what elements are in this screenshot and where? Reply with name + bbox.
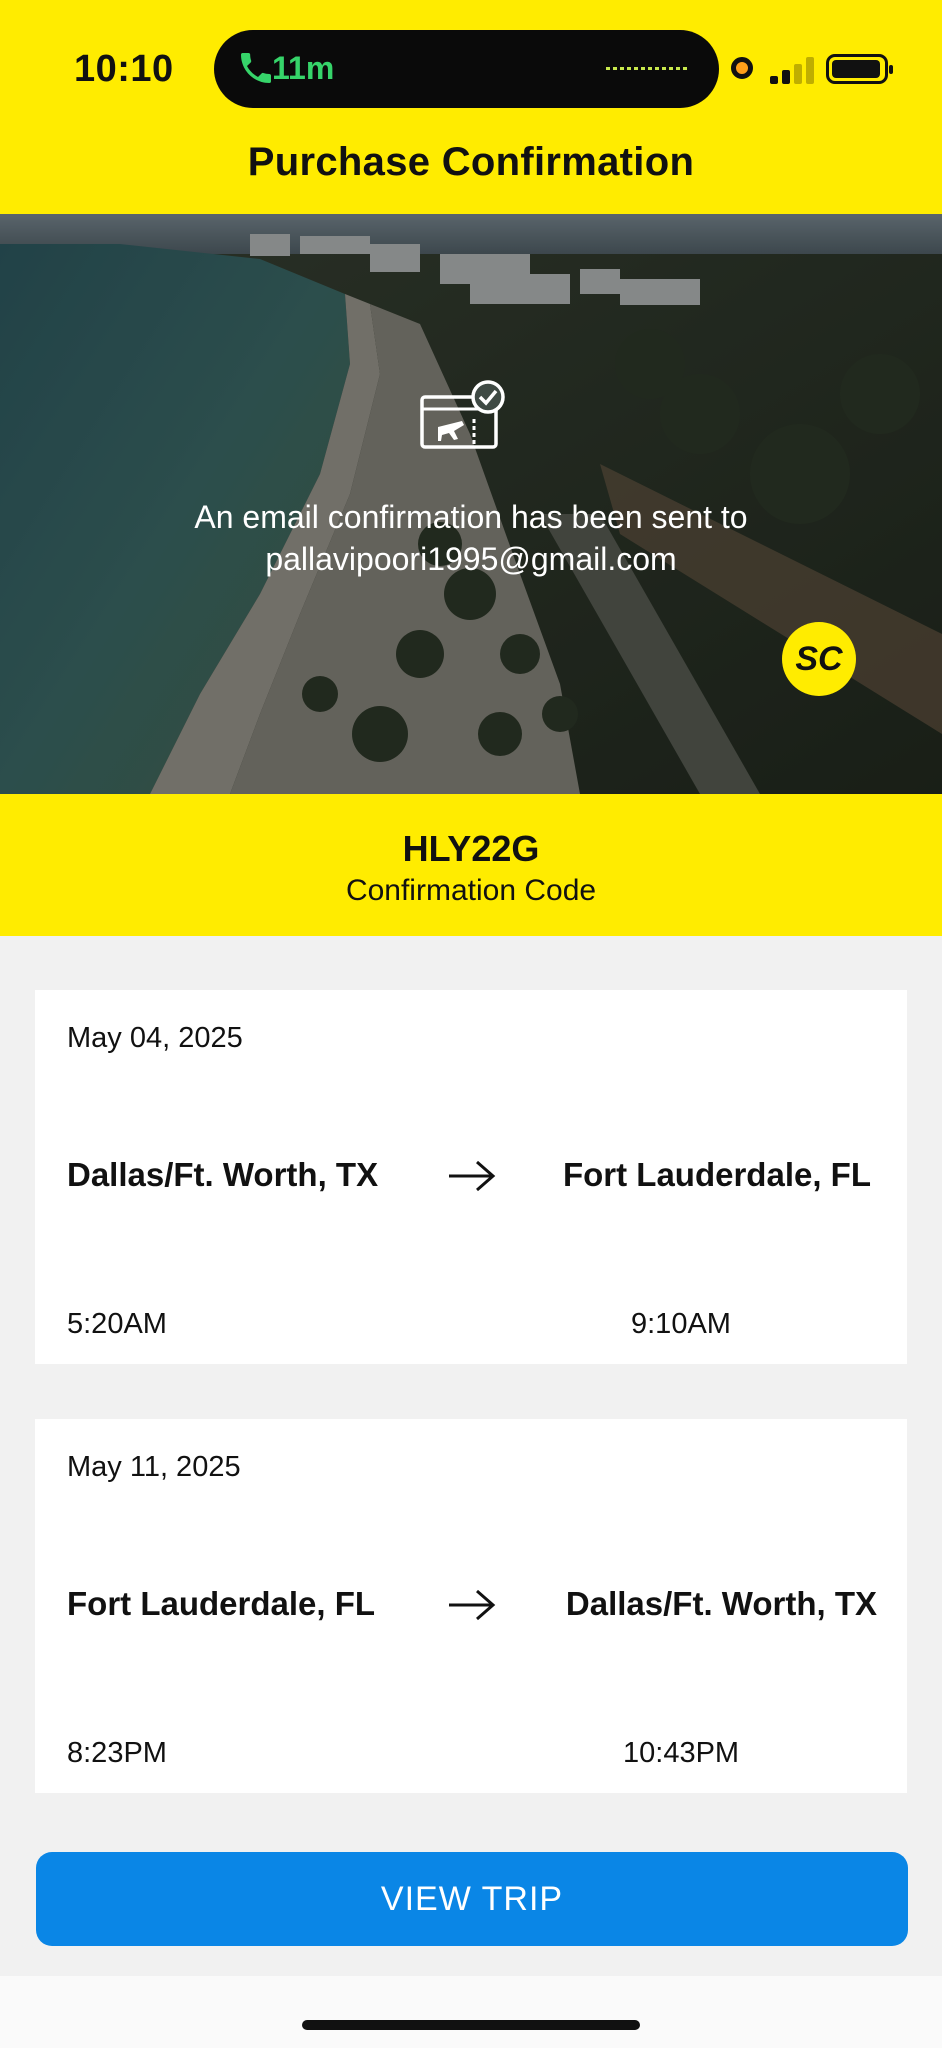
- confirmation-section: HLY22G Confirmation Code: [0, 794, 942, 936]
- audio-wave-icon: [606, 67, 690, 70]
- status-time: 10:10: [74, 48, 174, 90]
- ticket-check-icon: [420, 380, 505, 449]
- destination-city: Dallas/Ft. Worth, TX: [565, 1585, 877, 1622]
- view-trip-button[interactable]: VIEW TRIP: [36, 1852, 908, 1946]
- origin-city: Fort Lauderdale, FL: [67, 1585, 376, 1622]
- email-message-line: An email confirmation has been sent to: [194, 499, 748, 535]
- brand-logo: SC: [782, 622, 856, 696]
- confirmation-code: HLY22G: [402, 828, 540, 869]
- arrival-time: 10:43PM: [623, 1737, 740, 1769]
- page-title: Purchase Confirmation: [247, 140, 695, 184]
- phone-icon: [241, 53, 271, 83]
- destination-city: Fort Lauderdale, FL: [562, 1156, 871, 1193]
- dynamic-island-call[interactable]: 11m: [214, 30, 719, 108]
- cellular-signal-icon: [770, 54, 816, 84]
- flight-date: May 04, 2025: [67, 1022, 243, 1054]
- email-address: pallavipoori1995@gmail.com: [265, 541, 677, 577]
- confirmation-code-label: Confirmation Code: [345, 874, 597, 907]
- recording-indicator-icon: [731, 57, 753, 79]
- flight-card-return: May 11, 2025 Fort Lauderdale, FL Dallas/…: [35, 1419, 907, 1793]
- flight-card-outbound: May 04, 2025 Dallas/Ft. Worth, TX Fort L…: [35, 990, 907, 1364]
- arrival-time: 9:10AM: [631, 1308, 731, 1340]
- email-confirmation-message: An email confirmation has been sent to p…: [0, 496, 942, 580]
- arrow-right-icon: [449, 1160, 496, 1192]
- bottom-bar: [0, 1976, 942, 2048]
- flight-date: May 11, 2025: [67, 1451, 241, 1483]
- departure-time: 5:20AM: [67, 1308, 167, 1340]
- home-indicator[interactable]: [302, 2020, 640, 2030]
- call-duration: 11m: [272, 50, 335, 86]
- origin-city: Dallas/Ft. Worth, TX: [67, 1156, 379, 1193]
- departure-time: 8:23PM: [67, 1737, 167, 1769]
- arrow-right-icon: [449, 1589, 496, 1621]
- top-header: 10:10 11m Purchase Confirmation: [0, 0, 942, 214]
- hero-banner: An email confirmation has been sent to p…: [0, 214, 942, 794]
- battery-icon: [826, 54, 893, 84]
